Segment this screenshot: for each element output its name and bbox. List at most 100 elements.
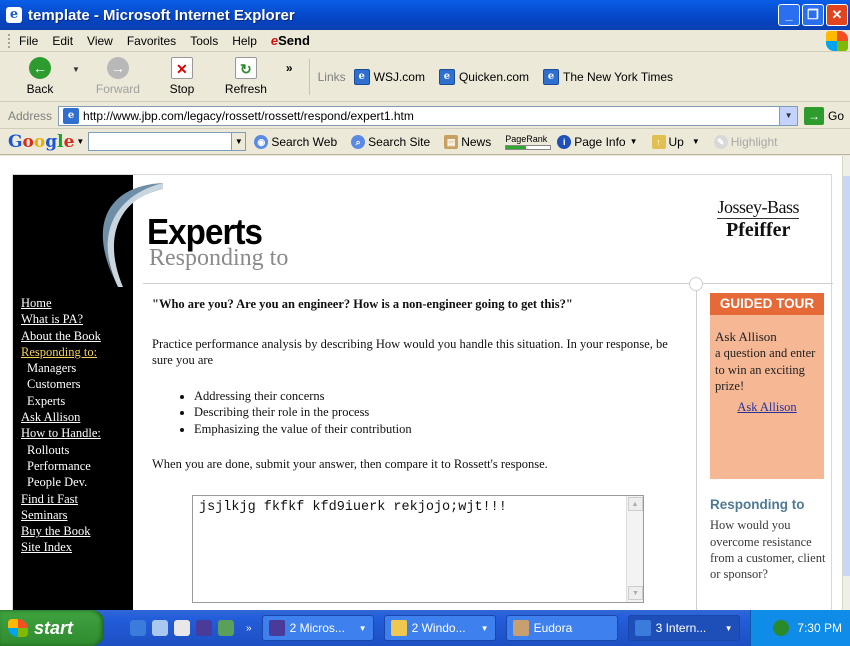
nav-item-about-the-book[interactable]: About the Book (21, 328, 101, 344)
page-scrollbar-thumb[interactable] (843, 176, 850, 576)
nav-item-find-it-fast[interactable]: Find it Fast (21, 491, 101, 507)
list-item: Addressing their concerns (194, 388, 672, 404)
link-quicken-label: Quicken.com (458, 69, 529, 84)
task-caret-icon: ▼ (724, 623, 733, 633)
address-dropdown-icon[interactable]: ▼ (779, 106, 798, 125)
link-wsj[interactable]: e WSJ.com (353, 68, 425, 85)
ie-quicklaunch-icon[interactable] (130, 620, 146, 636)
nav-item-home[interactable]: Home (21, 295, 101, 311)
task-internet-explorer[interactable]: 3 Intern... ▼ (627, 615, 740, 641)
up-button[interactable]: ↑ Up ▼ (651, 134, 700, 149)
go-label: Go (828, 108, 845, 123)
google-menu-dropdown-icon[interactable]: ▼ (76, 137, 84, 146)
task-windows-label: 2 Windo... (411, 621, 466, 635)
google-search-input[interactable]: ▼ (88, 132, 247, 151)
nav-item-site-index[interactable]: Site Index (21, 539, 101, 555)
back-dropdown-icon[interactable]: ▼ (72, 65, 80, 74)
menu-favorites[interactable]: Favorites (127, 34, 176, 48)
link-quicken[interactable]: e Quicken.com (438, 68, 529, 85)
search-site-button[interactable]: ⌕ Search Site (351, 134, 430, 149)
address-input[interactable] (83, 108, 774, 123)
menu-file[interactable]: File (19, 34, 38, 48)
browser-viewport[interactable]: Home What is PA? About the Book Responding … (0, 156, 850, 610)
page-scrollbar[interactable] (842, 156, 850, 610)
newspaper-icon: ▤ (444, 134, 459, 149)
word-quicklaunch-icon[interactable] (196, 620, 212, 636)
main-content: "Who are you? Are you an engineer? How i… (152, 297, 672, 603)
maximize-button[interactable]: ❐ (802, 4, 824, 26)
nav-item-rollouts[interactable]: Rollouts (21, 442, 101, 458)
forward-arrow-icon: → (106, 57, 129, 79)
nav-item-experts[interactable]: Experts (21, 393, 101, 409)
nav-item-seminars[interactable]: Seminars (21, 507, 101, 523)
news-label: News (461, 134, 492, 149)
ie-icon (634, 620, 651, 636)
nav-item-ask-allison[interactable]: Ask Allison (21, 409, 101, 425)
menu-view[interactable]: View (87, 34, 113, 48)
menu-help[interactable]: Help (232, 34, 257, 48)
tray-network-icon[interactable] (773, 620, 790, 636)
task-ie-label: 3 Intern... (655, 621, 707, 635)
refresh-icon: ↻ (234, 57, 257, 79)
excel-quicklaunch-icon[interactable] (218, 620, 234, 636)
nav-item-how-to-handle[interactable]: How to Handle: (21, 425, 101, 441)
scroll-down-icon[interactable]: ▼ (628, 586, 643, 600)
outlook-quicklaunch-icon[interactable] (152, 620, 168, 636)
page-info-button[interactable]: i Page Info ▼ (557, 134, 638, 149)
news-button[interactable]: ▤ News (444, 134, 492, 149)
minimize-button[interactable]: _ (778, 4, 800, 26)
start-button[interactable]: start (0, 610, 104, 646)
search-web-button[interactable]: ◉ Search Web (254, 134, 337, 149)
page-info-dropdown-icon[interactable]: ▼ (630, 137, 638, 146)
link-nytimes[interactable]: e The New York Times (543, 68, 673, 85)
highlight-button[interactable]: ✎ Highlight (713, 134, 777, 149)
forward-label: Forward (95, 82, 140, 96)
scroll-up-icon[interactable]: ▲ (627, 497, 643, 511)
clock[interactable]: 7:30 PM (797, 621, 842, 635)
standard-toolbar: ← Back ▼ → Forward ✕ Stop ↻ Refresh » Li… (0, 52, 850, 102)
address-field[interactable]: e ▼ (58, 105, 799, 126)
task-windows[interactable]: 2 Windo... ▼ (383, 615, 496, 641)
toolbar-overflow-chevron[interactable]: » (286, 61, 293, 75)
nav-item-what-is-pa[interactable]: What is PA? (21, 311, 101, 327)
menu-edit[interactable]: Edit (52, 34, 73, 48)
task-eudora-label: Eudora (533, 621, 573, 635)
google-logo[interactable]: Google (8, 132, 74, 152)
stop-icon: ✕ (170, 57, 193, 79)
scenario-question: "Who are you? Are you an engineer? How i… (152, 297, 573, 311)
up-dropdown-icon[interactable]: ▼ (692, 137, 700, 146)
esend-button[interactable]: eSend (271, 33, 310, 48)
refresh-button[interactable]: ↻ Refresh (214, 57, 278, 96)
publisher-logo[interactable]: Jossey-Bass Pfeiffer (717, 197, 799, 242)
menu-bar: File Edit View Favorites Tools Help eSen… (0, 30, 850, 52)
page-info-label: Page Info (574, 134, 626, 149)
nav-item-responding-to[interactable]: Responding to: (21, 344, 101, 360)
close-button[interactable]: ✕ (826, 4, 848, 26)
response-scrollbar[interactable]: ▲ ▼ (626, 496, 643, 602)
desktop-quicklaunch-icon[interactable] (174, 620, 190, 636)
window-title-bar[interactable]: e template - Microsoft Internet Explorer… (0, 0, 850, 30)
criteria-list: Addressing their concerns Describing the… (194, 388, 672, 437)
task-caret-icon: ▼ (480, 623, 489, 633)
task-word[interactable]: 2 Micros... ▼ (261, 615, 374, 641)
stop-button[interactable]: ✕ Stop (150, 57, 214, 96)
pagerank-indicator[interactable]: PageRank (505, 133, 552, 150)
nav-item-people-dev[interactable]: People Dev. (21, 474, 101, 490)
highlighter-icon: ✎ (713, 134, 728, 149)
google-search-dropdown-icon[interactable]: ▼ (231, 133, 246, 150)
nav-item-managers[interactable]: Managers (21, 360, 101, 376)
page-icon: e (543, 68, 559, 85)
nav-item-customers[interactable]: Customers (21, 376, 101, 392)
nav-item-buy-the-book[interactable]: Buy the Book (21, 523, 101, 539)
go-button[interactable]: → Go (804, 106, 845, 125)
pagerank-label: PageRank (505, 133, 548, 144)
ask-allison-link[interactable]: Ask Allison (715, 399, 819, 415)
back-button[interactable]: ← Back (8, 57, 72, 96)
menu-tools[interactable]: Tools (190, 34, 218, 48)
response-textarea[interactable]: jsjlkjg fkfkf kfd9iuerk rekjojo;wjt!!! (192, 495, 644, 603)
quicklaunch-chevron-icon[interactable]: » (246, 623, 252, 634)
toolbar-grip[interactable] (8, 33, 11, 48)
nav-item-performance[interactable]: Performance (21, 458, 101, 474)
task-eudora[interactable]: Eudora (505, 615, 618, 641)
forward-button[interactable]: → Forward (86, 57, 150, 96)
